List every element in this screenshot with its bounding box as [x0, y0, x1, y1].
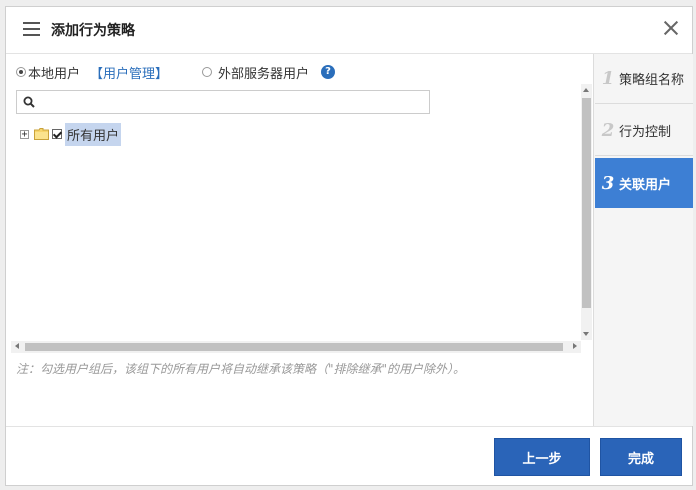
- dialog-header: 添加行为策略: [6, 7, 692, 54]
- tree-node-all-users[interactable]: + 所有用户: [20, 122, 122, 146]
- vertical-scroll-thumb[interactable]: [582, 98, 591, 308]
- scroll-down-arrow[interactable]: [583, 332, 589, 336]
- all-users-checkbox[interactable]: [52, 129, 62, 139]
- vertical-scrollbar[interactable]: [581, 84, 592, 340]
- menu-icon: [23, 22, 40, 36]
- tree-node-label[interactable]: 所有用户: [65, 122, 122, 146]
- step-number: 1: [601, 68, 615, 89]
- dialog-footer: 上一步 完成: [6, 426, 692, 485]
- step-label: 行为控制: [619, 125, 672, 140]
- scroll-up-arrow[interactable]: [583, 88, 589, 92]
- external-server-user-label[interactable]: 外部服务器用户: [218, 63, 309, 82]
- search-box[interactable]: [16, 90, 430, 114]
- external-server-user-radio[interactable]: [202, 67, 213, 77]
- expand-icon[interactable]: +: [20, 129, 29, 139]
- user-selection-panel: 本地用户 【用户管理】 外部服务器用户 ? + 所有用户 注：勾选用户组后，该组…: [6, 54, 592, 426]
- horizontal-scroll-thumb[interactable]: [25, 343, 563, 351]
- step-policy-group-name[interactable]: 1 策略组名称: [595, 54, 693, 104]
- inheritance-note: 注：勾选用户组后，该组下的所有用户将自动继承该策略（"排除继承"的用户除外）。: [16, 362, 466, 376]
- folder-icon: [34, 128, 49, 140]
- previous-step-button[interactable]: 上一步: [494, 438, 590, 476]
- step-label: 关联用户: [619, 177, 672, 193]
- step-associate-users[interactable]: 3 关联用户: [595, 158, 693, 208]
- local-user-radio[interactable]: [16, 67, 26, 77]
- user-source-row: 本地用户 【用户管理】 外部服务器用户 ?: [16, 62, 336, 82]
- scroll-right-arrow[interactable]: [573, 343, 577, 349]
- step-panel: 1 策略组名称 2 行为控制 3 关联用户: [593, 54, 693, 426]
- close-icon[interactable]: [661, 18, 681, 38]
- search-icon: [23, 96, 35, 108]
- scroll-left-arrow[interactable]: [15, 343, 19, 349]
- user-management-link[interactable]: 【用户管理】: [90, 63, 168, 82]
- help-icon[interactable]: ?: [321, 65, 336, 79]
- local-user-label[interactable]: 本地用户: [28, 63, 80, 82]
- add-behavior-policy-dialog: 添加行为策略 本地用户 【用户管理】 外部服务器用户 ? + 所有用户 注：勾选…: [5, 6, 693, 486]
- step-label: 策略组名称: [619, 73, 685, 88]
- horizontal-scrollbar[interactable]: [11, 341, 581, 353]
- step-behavior-control[interactable]: 2 行为控制: [595, 106, 693, 156]
- dialog-title: 添加行为策略: [51, 23, 135, 39]
- step-number: 2: [601, 120, 615, 141]
- finish-button[interactable]: 完成: [600, 438, 682, 476]
- step-number: 3: [601, 172, 615, 194]
- search-input[interactable]: [41, 93, 425, 113]
